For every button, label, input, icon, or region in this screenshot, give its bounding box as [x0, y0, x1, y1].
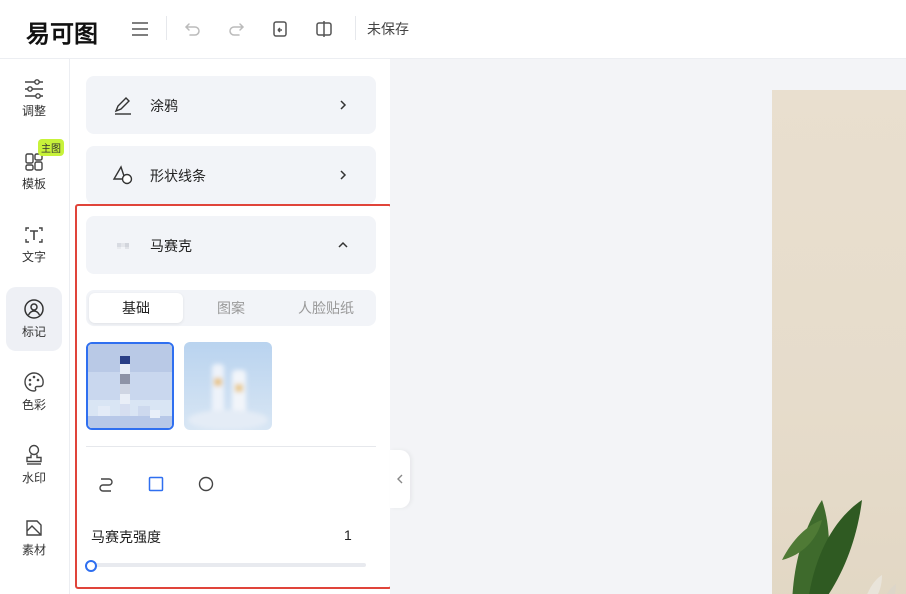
chevron-up-icon	[338, 241, 348, 248]
chevron-right-icon	[340, 100, 347, 110]
rail-item-text[interactable]: 文字	[6, 213, 62, 277]
rail-item-material[interactable]: 素材	[6, 506, 62, 570]
rectangle-shape-button[interactable]	[144, 472, 168, 496]
rail-item-label: 色彩	[21, 398, 46, 412]
template-badge: 主图	[38, 139, 64, 156]
undo-icon[interactable]	[180, 16, 206, 42]
app-logo[interactable]: 易可图	[26, 14, 98, 49]
strength-value: 1	[344, 527, 352, 543]
pixel-mosaic-preview	[88, 344, 172, 428]
mark-icon	[24, 299, 44, 319]
blur-mosaic-preview	[184, 342, 272, 430]
save-status: 未保存	[367, 21, 409, 37]
rail-item-label: 素材	[21, 543, 46, 557]
brush-icon	[114, 97, 131, 115]
tab-face-sticker[interactable]: 人脸贴纸	[279, 293, 373, 323]
collapse-panel-button[interactable]	[390, 450, 410, 508]
card-mosaic[interactable]: 马赛克	[86, 216, 376, 274]
circle-icon	[198, 476, 214, 492]
text-icon	[25, 227, 43, 243]
redo-icon[interactable]	[223, 16, 249, 42]
top-bar: 易可图 未保存	[0, 0, 906, 59]
rail-item-adjust[interactable]: 调整	[6, 67, 62, 131]
rectangle-icon	[148, 476, 164, 492]
circle-shape-button[interactable]	[194, 472, 218, 496]
rail-item-label: 文字	[21, 250, 46, 264]
rail-item-mark[interactable]: 标记	[6, 287, 62, 351]
mosaic-icon	[117, 243, 129, 249]
toolbar-divider	[166, 16, 167, 40]
menu-icon[interactable]	[127, 16, 153, 42]
rail-item-label: 模板	[21, 177, 46, 191]
shapes-icon	[112, 165, 133, 185]
restore-icon[interactable]	[267, 16, 293, 42]
material-icon	[26, 520, 42, 536]
freehand-icon	[99, 478, 113, 492]
canvas-area[interactable]	[390, 59, 906, 594]
mosaic-style-blur[interactable]	[184, 342, 272, 430]
toolbar-divider	[355, 16, 356, 40]
mosaic-style-pixel[interactable]	[86, 342, 174, 430]
stamp-icon	[26, 444, 42, 465]
plant-image	[782, 500, 896, 594]
card-doodle[interactable]: 涂鸦	[86, 76, 376, 134]
rail-item-label: 水印	[21, 471, 46, 485]
card-shapes[interactable]: 形状线条	[86, 146, 376, 204]
freehand-shape-button[interactable]	[94, 472, 118, 496]
card-title: 形状线条	[150, 168, 206, 184]
palette-icon	[24, 372, 44, 392]
strength-slider-track[interactable]	[90, 563, 366, 567]
section-divider	[86, 446, 376, 447]
mosaic-tabs: 基础 图案 人脸贴纸	[86, 290, 376, 326]
card-title: 涂鸦	[150, 98, 178, 114]
chevron-left-icon	[397, 474, 403, 484]
canvas-image[interactable]	[772, 90, 906, 594]
tab-pattern[interactable]: 图案	[184, 293, 278, 323]
chevron-right-icon	[340, 170, 347, 180]
rail-item-watermark[interactable]: 水印	[6, 433, 62, 497]
compare-icon[interactable]	[311, 16, 337, 42]
sliders-icon	[25, 79, 43, 99]
rail-item-label: 调整	[21, 104, 46, 118]
tool-panel: 涂鸦 形状线条 马赛克	[70, 59, 390, 594]
tab-basic[interactable]: 基础	[89, 293, 183, 323]
card-title: 马赛克	[150, 238, 192, 254]
rail-item-label: 标记	[21, 325, 46, 339]
rail-item-color[interactable]: 色彩	[6, 360, 62, 424]
strength-label: 马赛克强度	[91, 529, 161, 545]
strength-slider-handle[interactable]	[85, 560, 97, 572]
